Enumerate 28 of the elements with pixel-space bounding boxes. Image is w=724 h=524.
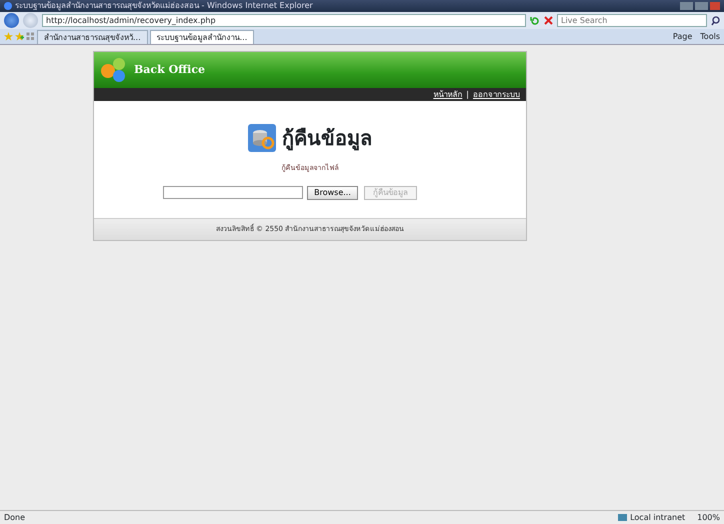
search-icon[interactable] [711, 16, 720, 26]
stop-icon[interactable] [544, 16, 553, 25]
zoom-level[interactable]: 100% [697, 512, 720, 524]
window-title: ระบบฐานข้อมูลสำนักงานสาธารณสุขจังหวัดแม่ฮ่องสอน - Windows Internet Explorer [15, 0, 313, 12]
brand-title: Back Office [134, 62, 206, 78]
nav-link[interactable]: ออกจากระบบ [473, 88, 520, 100]
star-icon[interactable] [4, 32, 13, 41]
browser-tab[interactable]: ระบบฐานข้อมูลสำนักงาน... [150, 30, 254, 44]
nav-link[interactable]: หน้าหลัก [433, 88, 462, 100]
browser-icon [4, 2, 12, 10]
add-favorites-icon[interactable] [15, 32, 24, 41]
nav-separator: | [466, 88, 469, 100]
page-heading: กู้คืนข้อมูล [282, 125, 372, 152]
grid-icon[interactable] [26, 32, 35, 41]
refresh-icon[interactable] [530, 16, 540, 26]
command-button[interactable]: Tools [700, 30, 720, 42]
database-restore-icon [248, 124, 276, 152]
address-field[interactable]: http://localhost/admin/recovery_index.php [42, 14, 526, 27]
network-icon [618, 514, 628, 521]
security-zone: Local intranet [630, 512, 686, 524]
status-text: Done [4, 512, 26, 524]
back-button[interactable] [4, 13, 19, 28]
logo-icon [100, 57, 128, 83]
search-field[interactable]: Live Search [557, 14, 707, 27]
browser-tab[interactable]: สำนักงานสาธารณสุขจังหวั... [37, 30, 148, 44]
file-path-field[interactable] [163, 186, 304, 199]
browse-button[interactable]: Browse... [307, 186, 358, 200]
command-button[interactable]: Page [672, 30, 692, 42]
